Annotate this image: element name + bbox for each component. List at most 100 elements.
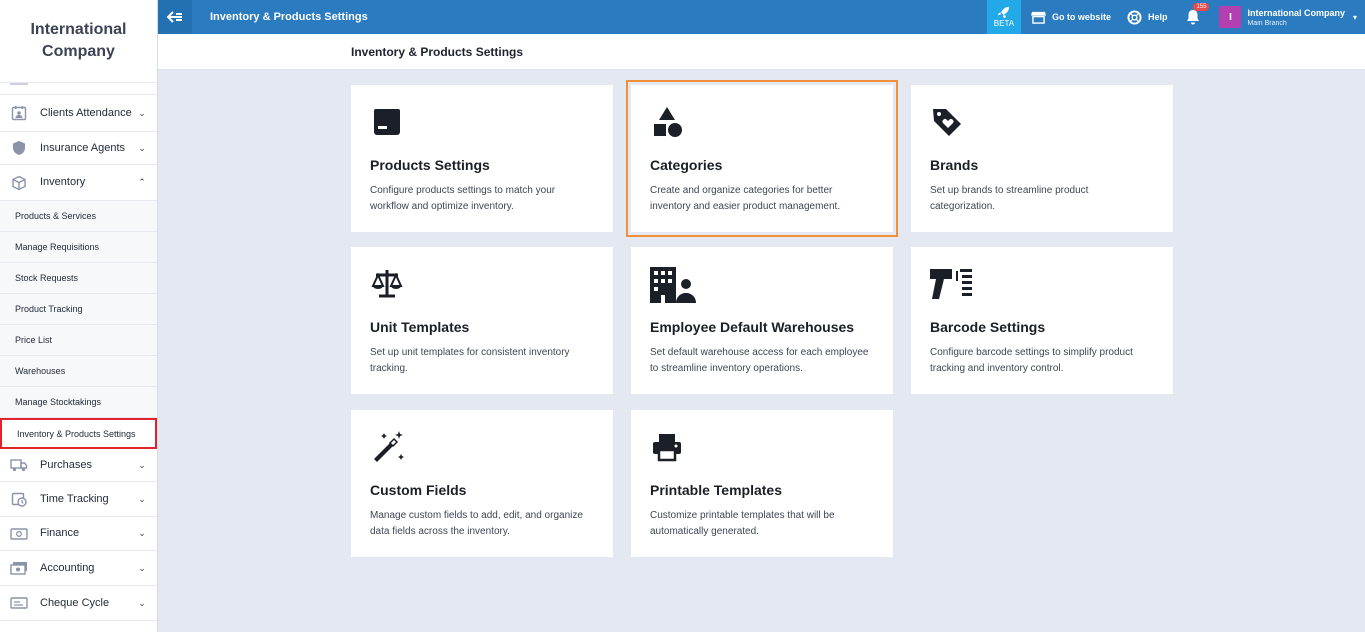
sidebar: International Company Clients Attendance… xyxy=(0,0,158,632)
chevron-down-icon: ⌄ xyxy=(138,459,146,470)
truck-icon xyxy=(10,456,28,474)
notifications-button[interactable]: 155 xyxy=(1183,3,1210,27)
notification-count-badge: 155 xyxy=(1193,3,1210,11)
card-description: Configure products settings to match you… xyxy=(370,185,556,212)
card-title: Custom Fields xyxy=(370,482,467,498)
sidebar-item-label: Clients Attendance xyxy=(40,106,132,119)
sidebar-item-label: Purchases xyxy=(40,458,92,471)
card-title: Categories xyxy=(650,157,723,173)
go-to-website-label: Go to website xyxy=(1051,12,1111,22)
bell-icon xyxy=(1187,10,1200,25)
arrow-left-icon xyxy=(167,11,182,23)
calendar-user-icon xyxy=(10,104,28,122)
card-printable-templates[interactable]: Printable Templates Customize printable … xyxy=(631,410,893,557)
barcode-scanner-icon xyxy=(930,267,974,301)
topbar-actions: BETA Go to website Help 155 I Internatio… xyxy=(986,0,1365,34)
card-description: Manage custom fields to add, edit, and o… xyxy=(370,510,583,537)
chevron-up-icon: ⌃ xyxy=(138,177,146,187)
sidebar-item-label: Insurance Agents xyxy=(40,141,126,154)
card-description: Set up brands to streamline product cate… xyxy=(930,185,1089,212)
account-name: International Company xyxy=(1247,7,1345,18)
sidebar-item-clients-attendance[interactable]: Clients Attendance ⌄ xyxy=(0,95,157,132)
rocket-icon xyxy=(998,6,1010,19)
chevron-down-icon: ⌄ xyxy=(138,493,146,504)
sidebar-item-label: Finance xyxy=(40,527,80,539)
money-icon xyxy=(10,559,28,577)
chevron-down-icon: ⌄ xyxy=(138,562,146,573)
building-user-icon xyxy=(650,267,698,303)
card-title: Brands xyxy=(930,157,979,173)
sidebar-subitem-price-list[interactable]: Price List xyxy=(0,325,157,356)
sidebar-item-cheque-cycle[interactable]: Cheque Cycle ⌄ xyxy=(0,586,157,621)
sidebar-subitem-products-services[interactable]: Products & Services xyxy=(0,201,157,232)
sidebar-subitem-product-tracking[interactable]: Product Tracking xyxy=(0,294,157,325)
cheque-icon xyxy=(10,594,28,612)
account-branch: Main Branch xyxy=(1247,19,1287,27)
sidebar-item-insurance-agents[interactable]: Insurance Agents ⌄ xyxy=(0,132,157,165)
sidebar-item-accounting[interactable]: Accounting ⌄ xyxy=(0,551,157,586)
card-categories[interactable]: Categories Create and organize categorie… xyxy=(626,80,898,237)
store-icon xyxy=(1031,11,1046,24)
product-box-icon xyxy=(370,105,404,139)
card-description: Create and organize categories for bette… xyxy=(650,185,841,212)
sidebar-item-label: Cheque Cycle xyxy=(40,596,110,609)
sidebar-toggle-button[interactable] xyxy=(158,0,192,34)
account-text: International Company Main Branch xyxy=(1247,8,1345,27)
card-title: Printable Templates xyxy=(650,482,783,498)
chevron-down-icon: ⌄ xyxy=(138,528,146,538)
chevron-down-icon: ⌄ xyxy=(138,597,146,608)
sidebar-subitem-manage-requisitions[interactable]: Manage Requisitions xyxy=(0,232,157,263)
topbar-title: Inventory & Products Settings xyxy=(210,11,368,23)
clock-calendar-icon xyxy=(10,490,28,508)
shapes-icon xyxy=(650,105,684,139)
card-brands[interactable]: Brands Set up brands to streamline produ… xyxy=(911,85,1173,232)
tag-heart-icon xyxy=(930,105,964,139)
box-icon xyxy=(10,174,28,192)
magic-wand-icon xyxy=(370,430,404,464)
lifebuoy-icon xyxy=(1127,9,1142,25)
sidebar-item-finance[interactable]: Finance ⌄ xyxy=(0,517,157,551)
scale-icon xyxy=(370,267,404,301)
sidebar-item-purchases[interactable]: Purchases ⌄ xyxy=(0,449,157,482)
chevron-down-icon: ⌄ xyxy=(138,142,146,153)
help-link[interactable]: Help xyxy=(1127,9,1168,25)
printer-icon xyxy=(650,430,684,464)
sidebar-item-label: Accounting xyxy=(40,561,95,574)
card-title: Products Settings xyxy=(370,157,490,173)
topbar: Inventory & Products Settings BETA Go to… xyxy=(158,0,1365,34)
card-title: Employee Default Warehouses xyxy=(650,319,855,335)
sidebar-subitem-manage-stocktakings[interactable]: Manage Stocktakings xyxy=(0,387,157,418)
chevron-down-icon: ⌄ xyxy=(138,107,146,118)
avatar: I xyxy=(1219,6,1242,28)
card-description: Configure barcode settings to simplify p… xyxy=(930,347,1133,374)
card-barcode-settings[interactable]: Barcode Settings Configure barcode setti… xyxy=(911,247,1173,394)
card-description: Customize printable templates that will … xyxy=(650,510,835,537)
go-to-website-link[interactable]: Go to website xyxy=(1031,11,1111,24)
cash-icon xyxy=(10,525,28,543)
card-title: Unit Templates xyxy=(370,319,470,335)
card-description: Set up unit templates for consistent inv… xyxy=(370,347,570,374)
card-products-settings[interactable]: Products Settings Configure products set… xyxy=(351,85,613,232)
help-label: Help xyxy=(1147,12,1168,22)
caret-down-icon: ▾ xyxy=(1352,12,1357,22)
beta-label: BETA xyxy=(993,19,1015,28)
card-employee-default-warehouses[interactable]: Employee Default Warehouses Set default … xyxy=(631,247,893,394)
sidebar-subitem-inventory-products-settings[interactable]: Inventory & Products Settings xyxy=(0,418,157,449)
sidebar-item-time-tracking[interactable]: Time Tracking ⌄ xyxy=(0,482,157,517)
shield-icon xyxy=(10,139,28,157)
sidebar-subitem-warehouses[interactable]: Warehouses xyxy=(0,356,157,387)
sidebar-item-label: Inventory xyxy=(40,176,86,188)
sidebar-brand: International Company xyxy=(0,0,157,83)
sidebar-item-inventory[interactable]: Inventory ⌃ xyxy=(0,165,157,201)
sidebar-scroll-stub xyxy=(0,83,157,95)
page-title: Inventory & Products Settings xyxy=(351,44,524,59)
sidebar-item-label: Time Tracking xyxy=(40,492,109,505)
beta-button[interactable]: BETA xyxy=(986,0,1021,34)
card-unit-templates[interactable]: Unit Templates Set up unit templates for… xyxy=(351,247,613,394)
page-header: Inventory & Products Settings xyxy=(158,34,1365,70)
card-description: Set default warehouse access for each em… xyxy=(650,347,869,374)
card-title: Barcode Settings xyxy=(930,319,1046,335)
account-menu[interactable]: I International Company Main Branch ▾ xyxy=(1219,6,1357,28)
card-custom-fields[interactable]: Custom Fields Manage custom fields to ad… xyxy=(351,410,613,557)
sidebar-subitem-stock-requests[interactable]: Stock Requests xyxy=(0,263,157,294)
